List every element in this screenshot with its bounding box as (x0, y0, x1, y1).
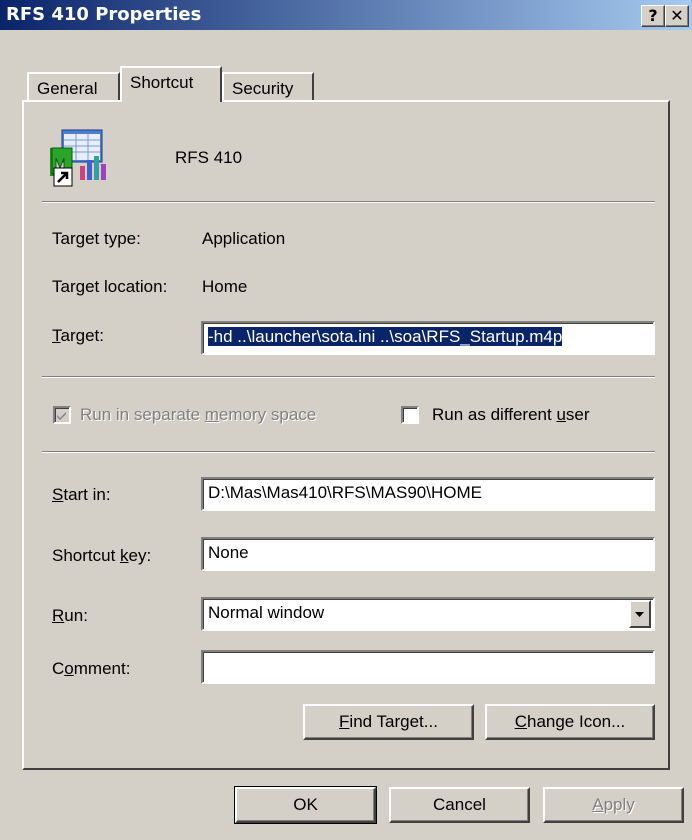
target-input-value: -hd ..\launcher\sota.ini ..\soa\RFS_Star… (208, 327, 563, 346)
run-select-value: Normal window (208, 603, 325, 622)
target-location-value: Home (202, 277, 248, 296)
target-location-label: Target location: (52, 277, 168, 296)
close-icon: ✕ (670, 6, 684, 25)
target-type-label: Target type: (52, 229, 141, 248)
target-type-value: Application (202, 229, 286, 248)
find-target-button[interactable]: Find Target... (303, 704, 474, 740)
target-input[interactable]: -hd ..\launcher\sota.ini ..\soa\RFS_Star… (201, 321, 655, 355)
separator-3 (42, 451, 655, 453)
cancel-button[interactable]: Cancel (389, 787, 530, 823)
shortcut-key-label: Shortcut key: (52, 546, 152, 565)
checkmark-icon (57, 412, 66, 420)
tab-security[interactable]: Security (222, 72, 314, 102)
apply-button[interactable]: Apply (543, 787, 684, 823)
close-button[interactable]: ✕ (665, 5, 689, 27)
tab-shortcut[interactable]: Shortcut (120, 66, 222, 102)
separator-2 (42, 376, 655, 378)
run-as-different-user-checkbox[interactable] (401, 406, 419, 424)
run-separate-memory-label: Run in separate memory space (80, 405, 317, 424)
start-in-label: Start in: (52, 485, 111, 504)
chevron-down-icon (635, 612, 644, 617)
ok-button[interactable]: OK (234, 786, 377, 824)
target-label: Target: (52, 326, 104, 345)
start-in-input[interactable]: D:\Mas\Mas410\RFS\MAS90\HOME (201, 477, 655, 511)
comment-label: Comment: (52, 659, 131, 678)
run-dropdown-button[interactable] (629, 600, 651, 628)
shortcut-name: RFS 410 (175, 148, 243, 167)
help-button[interactable]: ? (641, 5, 665, 27)
change-icon-button[interactable]: Change Icon... (485, 704, 655, 740)
tab-general[interactable]: General (27, 72, 120, 102)
run-as-different-user-label: Run as different user (432, 405, 590, 424)
separator-1 (42, 201, 655, 203)
run-label: Run: (52, 606, 88, 625)
run-select[interactable]: Normal window (201, 597, 655, 631)
run-separate-memory-checkbox[interactable] (53, 406, 71, 424)
comment-input[interactable] (201, 650, 655, 684)
window-title: RFS 410 Properties (6, 4, 202, 25)
shortcut-key-input[interactable]: None (201, 537, 655, 571)
shortcut-app-icon (50, 128, 114, 188)
